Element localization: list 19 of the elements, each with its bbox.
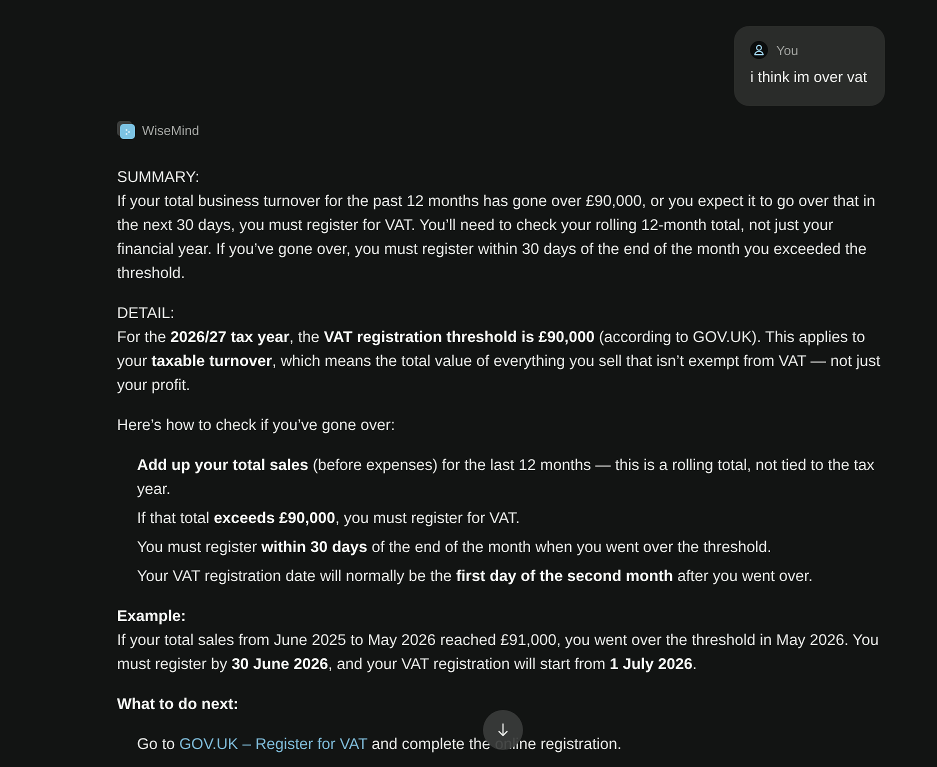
link[interactable]: GOV.UK – Register for VAT <box>179 736 368 753</box>
paragraph: If your total business turnover for the past 12 months has gone over £90,000, or you expect it to go over that in the next 30 days, you must register for VAT. You’ll need to check your rolling 12-month total, not just your financial year. If you’ve gone over, you must register within 30 days of the end of the month you exceeded the threshold. <box>117 192 876 284</box>
section-heading: SUMMARY: <box>117 168 200 188</box>
list-item: If that total exceeds £90,000, you must register for VAT. <box>137 509 521 529</box>
paragraph: What to do next: <box>117 695 240 715</box>
message-text: i think im over vat <box>750 68 867 88</box>
section-heading: Example: <box>117 607 187 627</box>
list-item: You must register within 30 days of the end of the month when you went over the threshold. <box>137 538 772 558</box>
list-item: Add up your total sales (before expenses) for the last 12 months — this is a rolling total, not tied to the tax year. <box>137 456 876 500</box>
section-heading: DETAIL: <box>117 304 176 324</box>
arrow-down-icon <box>498 723 508 737</box>
list-item: Your VAT registration date will normally be the first day of the second month after you went over. <box>137 567 814 587</box>
author-name: You <box>776 42 798 58</box>
paragraph: Here’s how to check if you’ve gone over: <box>117 416 396 436</box>
paragraph: If your total sales from June 2025 to May 2026 reached £91,000, you went over the threshold in May 2026. You must register by 30 June 2026, and your VAT registration will start from 1 July 2026. <box>117 631 880 675</box>
person-avatar-icon <box>750 41 768 59</box>
paragraph: For the 2026/27 tax year, the VAT registration threshold is £90,000 (according to GOV.UK). This applies to your taxable turnover, which means the total value of everything you sell that isn’t exempt from VAT — not just your profit. <box>117 328 882 396</box>
assistant-name: WiseMind <box>142 122 200 138</box>
logo-icon <box>117 121 136 139</box>
